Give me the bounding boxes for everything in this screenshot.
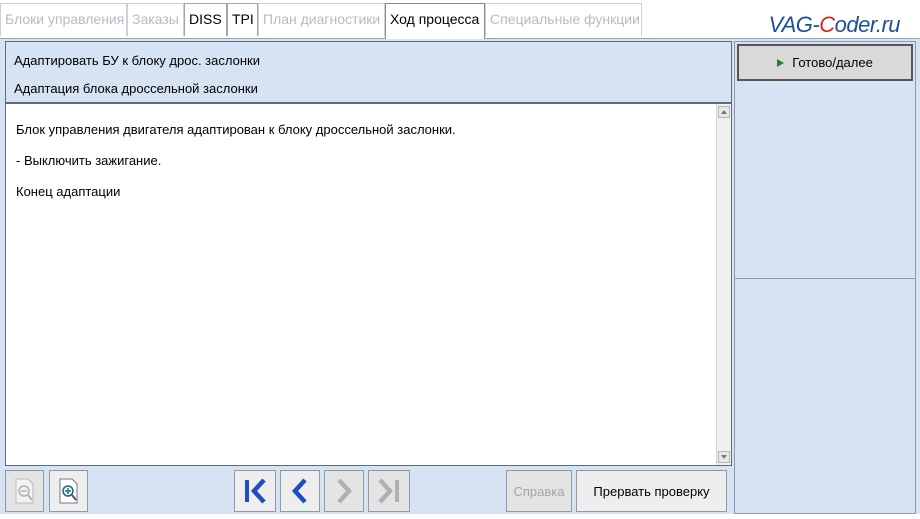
last-page-button[interactable] bbox=[368, 470, 410, 512]
tab-special-functions[interactable]: Специальные функции bbox=[485, 3, 642, 36]
previous-page-button[interactable] bbox=[280, 470, 320, 512]
first-page-button[interactable] bbox=[234, 470, 276, 512]
instruction-text-area: Блок управления двигателя адаптирован к … bbox=[5, 103, 732, 466]
tab-control-units[interactable]: Блоки управления bbox=[0, 3, 127, 36]
vertical-scrollbar[interactable] bbox=[716, 104, 731, 465]
abort-test-label: Прервать проверку bbox=[593, 483, 710, 499]
last-page-icon bbox=[378, 478, 399, 504]
tab-process[interactable]: Ход процесса bbox=[385, 3, 485, 39]
previous-page-icon bbox=[291, 478, 307, 504]
next-page-icon bbox=[337, 478, 353, 504]
scroll-down-icon[interactable] bbox=[718, 451, 730, 463]
site-logo: VAG-Coder.ru bbox=[768, 12, 901, 37]
tab-bar: Блоки управления Заказы DISS TPI План ди… bbox=[0, 0, 920, 39]
tab-diss[interactable]: DISS bbox=[184, 3, 227, 36]
tab-orders[interactable]: Заказы bbox=[127, 3, 184, 36]
bottom-strip bbox=[0, 514, 920, 519]
done-next-label: Готово/далее bbox=[792, 55, 873, 70]
next-page-button[interactable] bbox=[324, 470, 364, 512]
first-page-icon bbox=[245, 478, 266, 504]
done-next-button[interactable]: Готово/далее bbox=[737, 44, 913, 81]
instruction-line: Конец адаптации bbox=[16, 184, 121, 199]
help-button[interactable]: Справка bbox=[506, 470, 572, 512]
abort-test-button[interactable]: Прервать проверку bbox=[576, 470, 727, 512]
zoom-out-button[interactable] bbox=[5, 470, 44, 512]
panel-divider bbox=[735, 278, 915, 279]
procedure-title: Адаптировать БУ к блоку дрос. заслонки bbox=[14, 53, 260, 68]
instruction-line: - Выключить зажигание. bbox=[16, 153, 162, 168]
zoom-in-button[interactable] bbox=[49, 470, 88, 512]
zoom-in-icon bbox=[59, 478, 77, 504]
tab-tpi[interactable]: TPI bbox=[227, 3, 258, 36]
help-label: Справка bbox=[513, 483, 565, 499]
zoom-out-icon bbox=[15, 478, 33, 504]
procedure-subtitle: Адаптация блока дроссельной заслонки bbox=[14, 81, 258, 96]
tab-diagnostic-plan[interactable]: План диагностики bbox=[258, 3, 385, 36]
instruction-line: Блок управления двигателя адаптирован к … bbox=[16, 122, 456, 137]
play-icon bbox=[777, 58, 785, 67]
scroll-up-icon[interactable] bbox=[718, 106, 730, 118]
bottom-toolbar: Справка Прервать проверку bbox=[0, 466, 734, 519]
procedure-header: Адаптировать БУ к блоку дрос. заслонки А… bbox=[5, 41, 732, 103]
right-action-panel: Готово/далее bbox=[734, 41, 916, 514]
